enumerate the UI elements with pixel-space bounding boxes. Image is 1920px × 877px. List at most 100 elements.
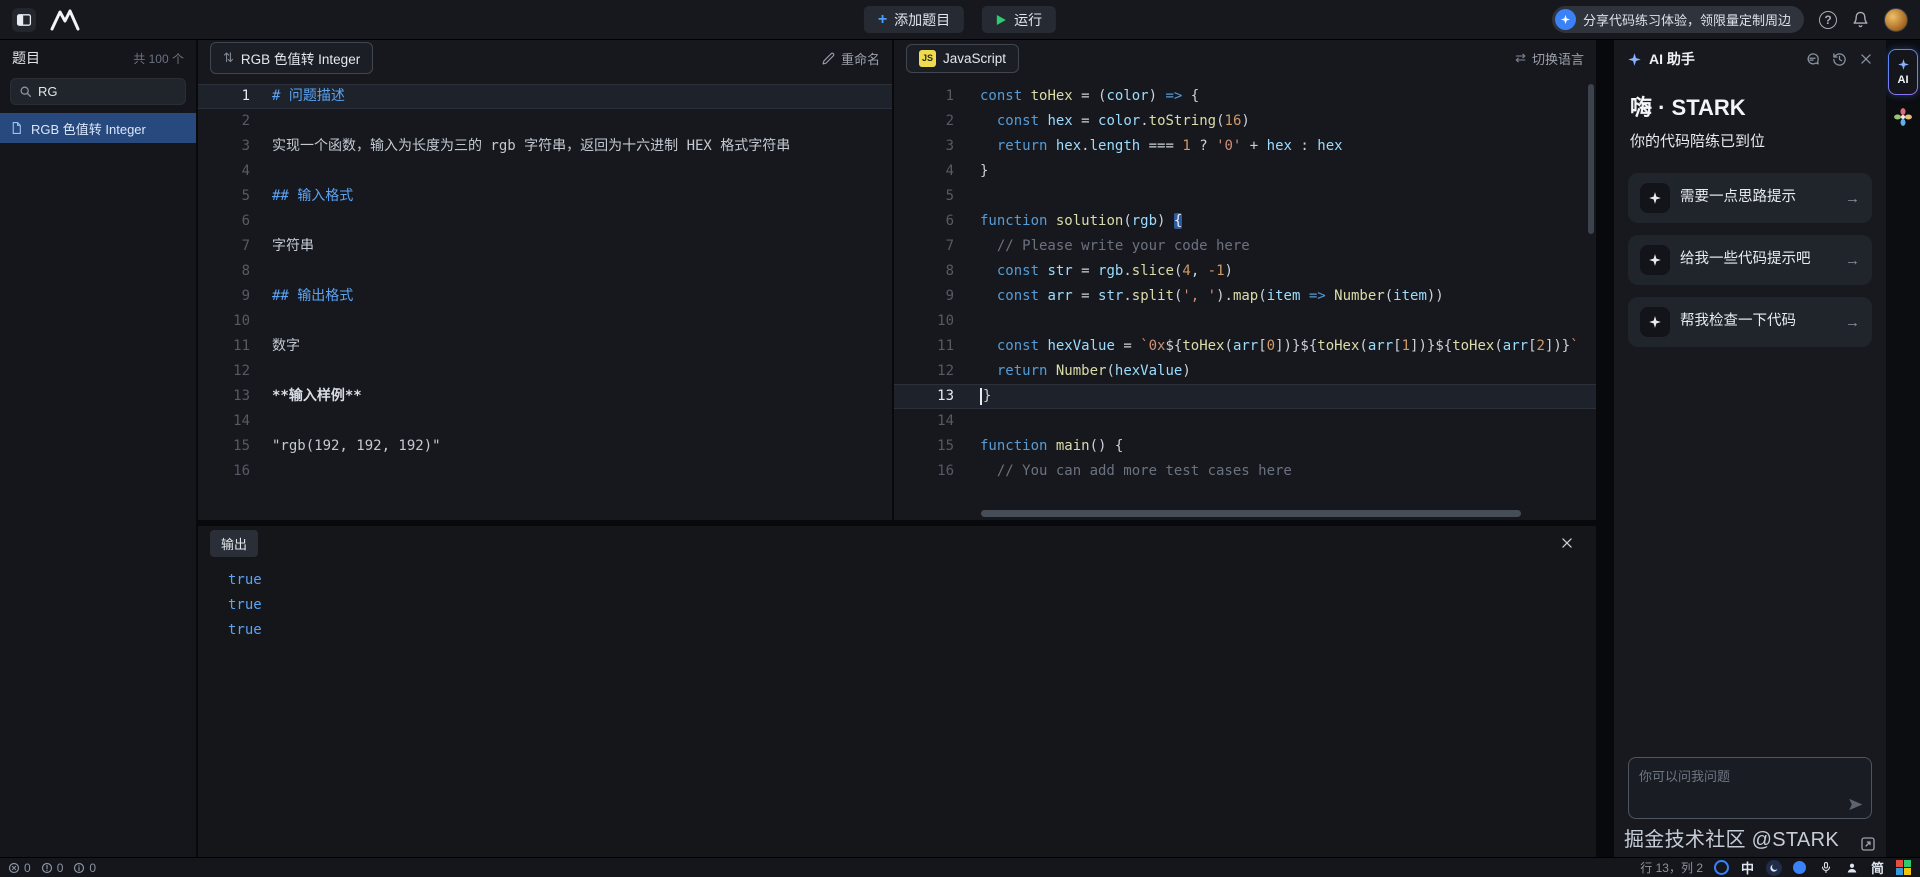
line-text <box>272 309 892 334</box>
help-icon[interactable]: ? <box>1819 11 1837 29</box>
code-line[interactable]: 10 <box>894 309 1596 334</box>
rename-button[interactable]: 重命名 <box>822 49 880 68</box>
code-line[interactable]: 9 const arr = str.split(', ').map(item =… <box>894 284 1596 309</box>
code-line[interactable]: 8 const str = rgb.slice(4, -1) <box>894 259 1596 284</box>
code-line[interactable]: 7 // Please write your code here <box>894 234 1596 259</box>
history-icon[interactable] <box>1832 52 1847 67</box>
problem-tab[interactable]: ⇅ RGB 色值转 Integer <box>210 42 373 74</box>
code-line[interactable]: 5 <box>894 184 1596 209</box>
code-line[interactable]: 11 const hexValue = `0x${toHex(arr[0])}$… <box>894 334 1596 359</box>
search-icon <box>19 85 32 98</box>
mic-icon[interactable] <box>1817 859 1834 876</box>
code-line[interactable]: 13} <box>894 384 1596 409</box>
line-number: 14 <box>198 409 250 434</box>
promo-banner[interactable]: 分享代码练习体验，领限量定制周边 <box>1552 6 1804 33</box>
language-tab[interactable]: JS JavaScript <box>906 44 1019 73</box>
line-number: 1 <box>894 84 954 109</box>
ai-suggestion-card[interactable]: 需要一点思路提示→ <box>1628 173 1872 223</box>
markdown-line[interactable]: 8 <box>198 259 892 284</box>
grid-apps-icon[interactable] <box>1895 859 1912 876</box>
code-line[interactable]: 14 <box>894 409 1596 434</box>
editor-panels: ⇅ RGB 色值转 Integer 重命名 1# 问题描述23实现一个函数，输入… <box>198 40 1596 520</box>
feedback-icon[interactable] <box>1805 52 1820 67</box>
run-label: 运行 <box>1014 10 1042 30</box>
info-count[interactable]: 0 <box>73 861 96 875</box>
arrow-right-icon: → <box>1845 314 1860 331</box>
vertical-scrollbar[interactable] <box>1588 84 1594 234</box>
user-avatar[interactable] <box>1884 8 1908 32</box>
markdown-line[interactable]: 16 <box>198 459 892 484</box>
code-line[interactable]: 12 return Number(hexValue) <box>894 359 1596 384</box>
output-tab[interactable]: 输出 <box>210 530 258 557</box>
markdown-line[interactable]: 4 <box>198 159 892 184</box>
line-code: return hex.length === 1 ? '0' + hex : he… <box>980 134 1596 159</box>
line-number: 9 <box>198 284 250 309</box>
output-close-icon[interactable] <box>1560 536 1574 550</box>
marscode-logo[interactable] <box>50 8 84 32</box>
line-number: 5 <box>894 184 954 209</box>
code-line[interactable]: 6function solution(rgb) { <box>894 209 1596 234</box>
sidebar-title: 题目 <box>12 48 40 68</box>
code-line[interactable]: 15function main() { <box>894 434 1596 459</box>
cursor-position[interactable]: 行 13，列 2 <box>1640 859 1703 876</box>
markdown-line[interactable]: 7字符串 <box>198 234 892 259</box>
markdown-line[interactable]: 14 <box>198 409 892 434</box>
markdown-line[interactable]: 6 <box>198 209 892 234</box>
markdown-line[interactable]: 10 <box>198 309 892 334</box>
ai-panel-header: AI 助手 <box>1614 40 1886 78</box>
ai-suggestion-card[interactable]: 给我一些代码提示吧→ <box>1628 235 1872 285</box>
code-line[interactable]: 3 return hex.length === 1 ? '0' + hex : … <box>894 134 1596 159</box>
horizontal-scrollbar[interactable] <box>981 510 1521 517</box>
ime-logo-icon[interactable] <box>1713 859 1730 876</box>
switch-language-button[interactable]: ⇄ 切换语言 <box>1515 49 1584 68</box>
markdown-line[interactable]: 11数字 <box>198 334 892 359</box>
code-line[interactable]: 16 // You can add more test cases here <box>894 459 1596 484</box>
sidebar-toggle-icon[interactable] <box>12 8 36 32</box>
ai-footer: 掘金技术社区 @STARK <box>1614 819 1886 857</box>
warning-count[interactable]: 0 <box>41 861 64 875</box>
markdown-line[interactable]: 13**输入样例** <box>198 384 892 409</box>
line-text: **输入样例** <box>272 384 892 409</box>
send-icon[interactable] <box>1848 797 1863 812</box>
ai-question-input[interactable] <box>1629 758 1871 818</box>
markdown-line[interactable]: 9## 输出格式 <box>198 284 892 309</box>
output-body: truetruetrue <box>198 560 1596 643</box>
add-problem-button[interactable]: + 添加题目 <box>864 6 964 33</box>
ai-toggle-button[interactable]: AI <box>1888 49 1918 95</box>
code-editor[interactable]: 1const toHex = (color) => {2 const hex =… <box>894 76 1596 520</box>
system-tray: 中 简 <box>1713 859 1912 876</box>
run-button[interactable]: 运行 <box>982 6 1056 33</box>
plugin-flower-icon[interactable] <box>1893 107 1913 127</box>
markdown-line[interactable]: 2 <box>198 109 892 134</box>
code-line[interactable]: 4} <box>894 159 1596 184</box>
markdown-line[interactable]: 15"rgb(192, 192, 192)" <box>198 434 892 459</box>
code-line[interactable]: 2 const hex = color.toString(16) <box>894 109 1596 134</box>
markdown-line[interactable]: 5## 输入格式 <box>198 184 892 209</box>
markdown-line[interactable]: 12 <box>198 359 892 384</box>
ai-assistant-panel: AI 助手 嗨 · STARK 你的代码陪练已到位 需要一点思路提示→给我一些代… <box>1614 40 1886 857</box>
ime-chinese-indicator[interactable]: 中 <box>1739 859 1756 876</box>
ai-column: AI 助手 嗨 · STARK 你的代码陪练已到位 需要一点思路提示→给我一些代… <box>1596 40 1886 857</box>
problem-list-item[interactable]: RGB 色值转 Integer <box>0 113 196 143</box>
ai-close-icon[interactable] <box>1859 52 1873 66</box>
javascript-icon: JS <box>919 50 936 67</box>
markdown-line[interactable]: 1# 问题描述 <box>198 84 892 109</box>
bell-icon[interactable] <box>1852 11 1869 28</box>
ime-simplified-indicator[interactable]: 简 <box>1869 859 1886 876</box>
problem-editor[interactable]: 1# 问题描述23实现一个函数，输入为长度为三的 rgb 字符串，返回为十六进制… <box>198 76 892 520</box>
markdown-line[interactable]: 3实现一个函数，输入为长度为三的 rgb 字符串，返回为十六进制 HEX 格式字… <box>198 134 892 159</box>
blue-dot-icon[interactable] <box>1791 859 1808 876</box>
search-input[interactable] <box>38 84 177 99</box>
line-text: ## 输入格式 <box>272 184 892 209</box>
ai-suggestion-card[interactable]: 帮我检查一下代码→ <box>1628 297 1872 347</box>
expand-chat-icon[interactable] <box>1860 836 1876 852</box>
sort-updown-icon: ⇅ <box>223 50 234 66</box>
line-number: 3 <box>894 134 954 159</box>
line-code: const str = rgb.slice(4, -1) <box>980 259 1596 284</box>
moon-icon[interactable] <box>1765 859 1782 876</box>
ai-suggestion-label: 给我一些代码提示吧 <box>1680 250 1811 270</box>
code-line[interactable]: 1const toHex = (color) => { <box>894 84 1596 109</box>
user-tray-icon[interactable] <box>1843 859 1860 876</box>
error-count[interactable]: 0 <box>8 861 31 875</box>
line-number: 8 <box>198 259 250 284</box>
